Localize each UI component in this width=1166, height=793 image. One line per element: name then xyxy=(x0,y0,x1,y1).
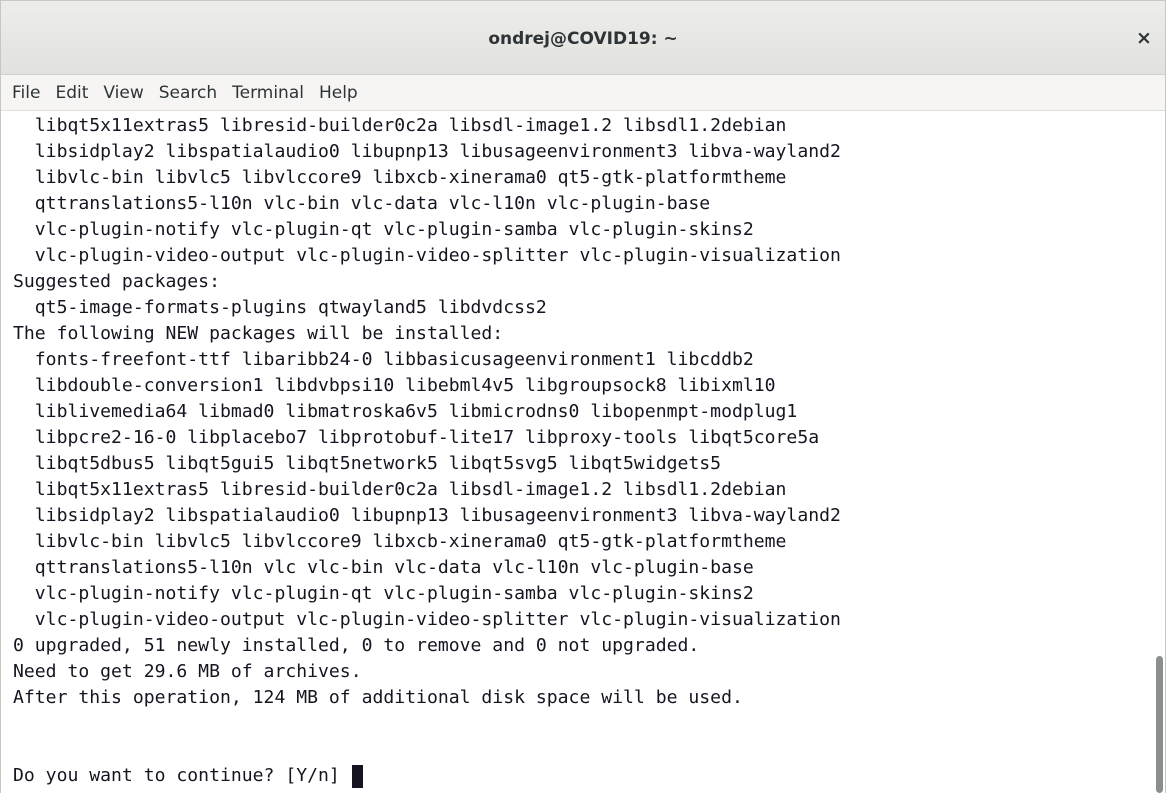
terminal-line: Suggested packages: xyxy=(13,271,220,292)
terminal-line: vlc-plugin-video-output vlc-plugin-video… xyxy=(13,609,841,630)
terminal-line: 0 upgraded, 51 newly installed, 0 to rem… xyxy=(13,635,700,656)
terminal-line: libsidplay2 libspatialaudio0 libupnp13 l… xyxy=(13,141,841,162)
scrollbar-thumb[interactable] xyxy=(1156,656,1163,793)
window-title: ondrej@COVID19: ~ xyxy=(488,29,678,49)
vertical-scrollbar[interactable] xyxy=(1153,111,1165,793)
terminal-line: liblivemedia64 libmad0 libmatroska6v5 li… xyxy=(13,401,798,422)
prompt-text: Do you want to continue? [Y/n] xyxy=(13,765,351,786)
terminal-line: qttranslations5-l10n vlc vlc-bin vlc-dat… xyxy=(13,557,754,578)
text-cursor xyxy=(351,764,363,788)
terminal-output[interactable]: libqt5x11extras5 libresid-builder0c2a li… xyxy=(1,111,1153,793)
terminal-line: libdouble-conversion1 libdvbpsi10 libebm… xyxy=(13,375,776,396)
close-icon[interactable]: × xyxy=(1131,25,1157,51)
menu-edit[interactable]: Edit xyxy=(48,76,96,110)
menu-bar: File Edit View Search Terminal Help xyxy=(1,75,1165,111)
terminal-line: After this operation, 124 MB of addition… xyxy=(13,687,743,708)
menu-file[interactable]: File xyxy=(5,76,48,110)
terminal-line: The following NEW packages will be insta… xyxy=(13,323,504,344)
terminal-line: fonts-freefont-ttf libaribb24-0 libbasic… xyxy=(13,349,754,370)
terminal-line: libsidplay2 libspatialaudio0 libupnp13 l… xyxy=(13,505,841,526)
menu-view[interactable]: View xyxy=(96,76,151,110)
menu-terminal[interactable]: Terminal xyxy=(225,76,312,110)
terminal-line: libqt5x11extras5 libresid-builder0c2a li… xyxy=(13,115,787,136)
terminal-line: vlc-plugin-notify vlc-plugin-qt vlc-plug… xyxy=(13,219,754,240)
title-bar[interactable]: ondrej@COVID19: ~ × xyxy=(1,0,1165,75)
prompt-line[interactable]: Do you want to continue? [Y/n] xyxy=(13,763,363,789)
terminal-line: qttranslations5-l10n vlc-bin vlc-data vl… xyxy=(13,193,711,214)
terminal-line: libvlc-bin libvlc5 libvlccore9 libxcb-xi… xyxy=(13,531,787,552)
menu-help[interactable]: Help xyxy=(312,76,366,110)
terminal-line: libqt5x11extras5 libresid-builder0c2a li… xyxy=(13,479,787,500)
terminal-line: qt5-image-formats-plugins qtwayland5 lib… xyxy=(13,297,547,318)
terminal-line: Need to get 29.6 MB of archives. xyxy=(13,661,362,682)
terminal-window: ondrej@COVID19: ~ × File Edit View Searc… xyxy=(0,0,1166,793)
terminal-line: libpcre2-16-0 libplacebo7 libprotobuf-li… xyxy=(13,427,820,448)
terminal-line: vlc-plugin-video-output vlc-plugin-video… xyxy=(13,245,841,266)
terminal-line: libvlc-bin libvlc5 libvlccore9 libxcb-xi… xyxy=(13,167,787,188)
terminal-line: libqt5dbus5 libqt5gui5 libqt5network5 li… xyxy=(13,453,722,474)
menu-search[interactable]: Search xyxy=(152,76,225,110)
terminal-line: vlc-plugin-notify vlc-plugin-qt vlc-plug… xyxy=(13,583,754,604)
